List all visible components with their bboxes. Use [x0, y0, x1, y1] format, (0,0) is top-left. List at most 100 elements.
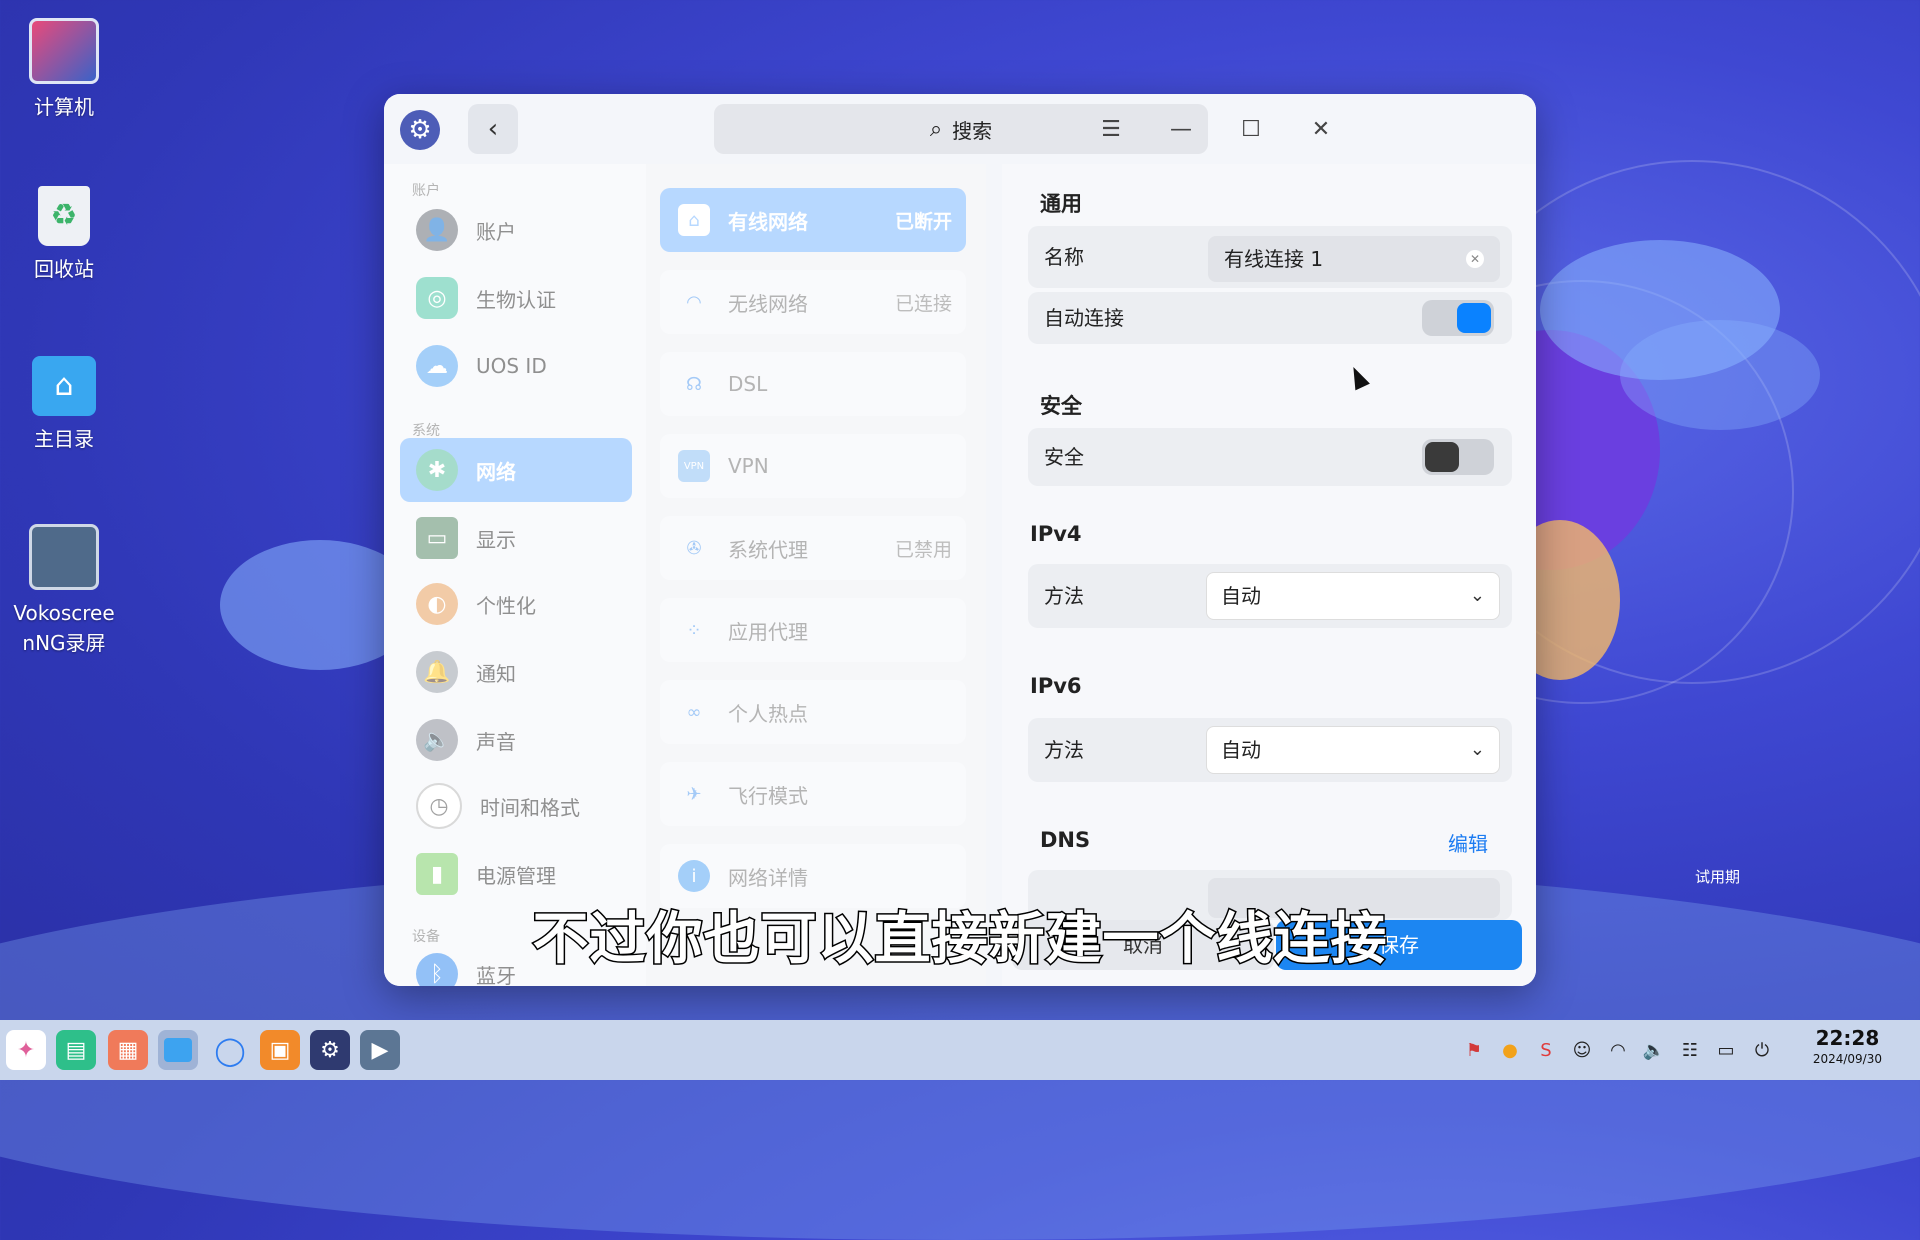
sidebar-item-uos-id[interactable]: ☁ UOS ID: [400, 334, 632, 398]
network-item-dsl[interactable]: ☊ DSL: [660, 352, 966, 416]
bg-cloud-right-2: [1620, 320, 1820, 430]
network-item-label: 系统代理: [728, 537, 808, 562]
toggle-knob: [1457, 303, 1491, 333]
sidebar-item-datetime[interactable]: ◷ 时间和格式: [400, 774, 632, 838]
app-proxy-icon: ⁘: [686, 619, 702, 641]
maximize-button[interactable]: ☐: [1230, 108, 1272, 150]
sidebar-item-biometric[interactable]: ◎ 生物认证: [400, 266, 632, 330]
network-item-app-proxy[interactable]: ⁘ 应用代理: [660, 598, 966, 662]
menu-icon: ☰: [1101, 116, 1121, 142]
minimize-icon: —: [1170, 116, 1192, 142]
section-general-title: 通用: [1040, 192, 1082, 216]
multitask-icon[interactable]: ▤: [56, 1030, 96, 1070]
network-globe-icon: ✱: [416, 449, 458, 491]
clock-icon: ◷: [416, 783, 462, 829]
sidebar-item-label: 电源管理: [476, 863, 556, 888]
tray-wifi-icon[interactable]: ◠: [1604, 1036, 1632, 1064]
clock-date: 2024/09/30: [1812, 1052, 1882, 1066]
sidebar-item-network[interactable]: ✱ 网络: [400, 438, 632, 502]
chevron-down-icon: ⌄: [1469, 585, 1485, 606]
user-icon: 👤: [416, 209, 458, 251]
app-store-grid-icon[interactable]: ▦: [108, 1030, 148, 1070]
sidebar-item-sound[interactable]: 🔈 声音: [400, 708, 632, 772]
computer-icon: [29, 18, 99, 84]
launcher-icon[interactable]: ✦: [6, 1030, 46, 1070]
desktop-icon-label: 计算机: [34, 95, 94, 119]
desktop-icon-trash[interactable]: ♻ 回收站: [12, 186, 116, 284]
tray-volume-icon[interactable]: 🔈: [1640, 1036, 1668, 1064]
tray-power-icon[interactable]: ⏻: [1748, 1036, 1776, 1064]
browser-icon[interactable]: ◯: [210, 1030, 250, 1070]
back-button[interactable]: ‹: [468, 104, 518, 154]
network-list: ⌂ 有线网络 已断开 ◠ 无线网络 已连接 ☊ DSL VPN VPN ✇ 系统…: [646, 164, 986, 986]
ipv6-method-label: 方法: [1044, 738, 1084, 762]
clear-icon[interactable]: ✕: [1466, 250, 1484, 268]
tray-penguin-icon[interactable]: ☺: [1568, 1036, 1596, 1064]
minimize-button[interactable]: —: [1160, 108, 1202, 150]
sidebar-item-label: 个性化: [476, 593, 536, 618]
ipv4-method-select[interactable]: 自动 ⌄: [1206, 572, 1500, 620]
sidebar-item-label: 声音: [476, 729, 516, 754]
sidebar-item-account[interactable]: 👤 账户: [400, 198, 632, 262]
name-value: 有线连接 1: [1224, 247, 1324, 271]
info-icon: i: [678, 860, 710, 892]
bell-icon: 🔔: [416, 651, 458, 693]
close-button[interactable]: ✕: [1300, 108, 1342, 150]
desktop-icon-computer[interactable]: 计算机: [12, 18, 116, 122]
network-item-label: VPN: [728, 454, 769, 478]
desktop-icon-home[interactable]: ⌂ 主目录: [12, 356, 116, 454]
auto-connect-row: 自动连接: [1028, 292, 1512, 344]
sidebar-item-personalization[interactable]: ◐ 个性化: [400, 572, 632, 636]
cloud-icon: ☁: [416, 345, 458, 387]
network-item-wireless[interactable]: ◠ 无线网络 已连接: [660, 270, 966, 334]
network-item-airplane[interactable]: ✈ 飞行模式: [660, 762, 966, 826]
desktop-icon-label: 回收站: [34, 257, 94, 281]
name-label: 名称: [1044, 245, 1084, 269]
trash-icon: ♻: [38, 186, 90, 246]
dns-edit-link[interactable]: 编辑: [1448, 828, 1488, 857]
search-input[interactable]: ⌕ 搜索: [714, 104, 1208, 154]
tray-orange-icon[interactable]: ●: [1496, 1036, 1524, 1064]
wired-network-icon: ⌂: [678, 204, 710, 236]
close-icon: ✕: [1311, 116, 1331, 142]
fingerprint-icon: ◎: [416, 277, 458, 319]
taskbar-clock[interactable]: 22:28 2024/09/30: [1813, 1026, 1882, 1068]
desktop-icon-vokoscreen[interactable]: Vokoscree nNG录屏: [12, 524, 116, 658]
dsl-icon: ☊: [686, 373, 702, 395]
sidebar-item-display[interactable]: ▭ 显示: [400, 506, 632, 570]
sidebar-item-label: 生物认证: [476, 287, 556, 312]
menu-button[interactable]: ☰: [1090, 108, 1132, 150]
sidebar-item-label: 通知: [476, 661, 516, 686]
security-toggle[interactable]: [1422, 439, 1494, 475]
wifi-icon: ◠: [686, 291, 702, 313]
control-center-icon[interactable]: ⚙: [310, 1030, 350, 1070]
ipv6-method-select[interactable]: 自动 ⌄: [1206, 726, 1500, 774]
file-manager-icon[interactable]: [158, 1030, 198, 1070]
sidebar-item-label: 账户: [476, 219, 516, 244]
maximize-icon: ☐: [1241, 116, 1261, 142]
security-row: 安全: [1028, 428, 1512, 486]
section-ipv4-title: IPv4: [1030, 522, 1082, 546]
auto-connect-toggle[interactable]: [1422, 300, 1494, 336]
ipv4-method-row: 方法 自动 ⌄: [1028, 564, 1512, 628]
network-item-vpn[interactable]: VPN VPN: [660, 434, 966, 498]
tray-input-icon[interactable]: S: [1532, 1036, 1560, 1064]
search-icon: ⌕: [929, 116, 943, 142]
palette-icon: ◐: [416, 583, 458, 625]
network-item-wired[interactable]: ⌂ 有线网络 已断开: [660, 188, 966, 252]
trial-label: 试用期: [1695, 868, 1741, 886]
ipv6-method-row: 方法 自动 ⌄: [1028, 718, 1512, 782]
app-store-icon[interactable]: ▣: [260, 1030, 300, 1070]
network-item-hotspot[interactable]: ∞ 个人热点: [660, 680, 966, 744]
title-bar: ⚙ ‹ ⌕ 搜索 ☰ — ☐ ✕: [384, 94, 1536, 164]
name-input[interactable]: 有线连接 1 ✕: [1208, 236, 1500, 282]
network-item-system-proxy[interactable]: ✇ 系统代理 已禁用: [660, 516, 966, 580]
security-label: 安全: [1044, 445, 1084, 469]
sidebar: 账户 👤 账户 ◎ 生物认证 ☁ UOS ID 系统 ✱ 网络 ▭ 显示 ◐ 个…: [384, 164, 646, 986]
sidebar-item-notification[interactable]: 🔔 通知: [400, 640, 632, 704]
chevron-down-icon: ⌄: [1469, 739, 1485, 760]
tray-toggle-icon[interactable]: ☷: [1676, 1036, 1704, 1064]
tray-flag-icon[interactable]: ⚑: [1460, 1036, 1488, 1064]
screen-recorder-icon[interactable]: ▶: [360, 1030, 400, 1070]
tray-battery-icon[interactable]: ▭: [1712, 1036, 1740, 1064]
